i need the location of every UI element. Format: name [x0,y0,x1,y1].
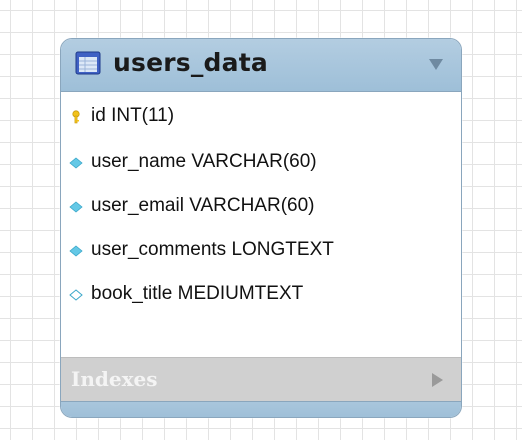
column-row-id[interactable]: id INT(11) [61,102,461,132]
column-text: book_title MEDIUMTEXT [91,283,304,304]
column-row-book-title[interactable]: book_title MEDIUMTEXT [61,280,461,310]
expand-arrow-icon[interactable] [432,373,443,387]
indexes-section[interactable]: Indexes [61,357,461,402]
diagram-canvas: users_data id INT(11) user_name VARCHAR(… [0,0,522,440]
collapse-arrow-icon[interactable] [429,59,443,70]
table-footer [61,401,461,417]
column-filled-diamond-icon [69,245,83,257]
indexes-label: Indexes [71,367,158,391]
column-row-user-email[interactable]: user_email VARCHAR(60) [61,192,461,222]
column-filled-diamond-icon [69,201,83,213]
table-name: users_data [113,48,268,77]
column-row-user-comments[interactable]: user_comments LONGTEXT [61,236,461,266]
column-text: user_comments LONGTEXT [91,239,334,260]
column-empty-diamond-icon [69,289,83,301]
table-icon [75,51,101,75]
column-list: id INT(11) user_name VARCHAR(60) user_em… [61,92,461,357]
column-text: user_name VARCHAR(60) [91,151,317,172]
column-row-user-name[interactable]: user_name VARCHAR(60) [61,148,461,178]
primary-key-icon [72,110,80,124]
column-text: id INT(11) [91,105,175,126]
table-entity-users-data[interactable]: users_data id INT(11) user_name VARCHAR(… [60,38,462,418]
column-filled-diamond-icon [69,157,83,169]
column-text: user_email VARCHAR(60) [91,195,315,216]
table-header[interactable]: users_data [61,39,461,92]
